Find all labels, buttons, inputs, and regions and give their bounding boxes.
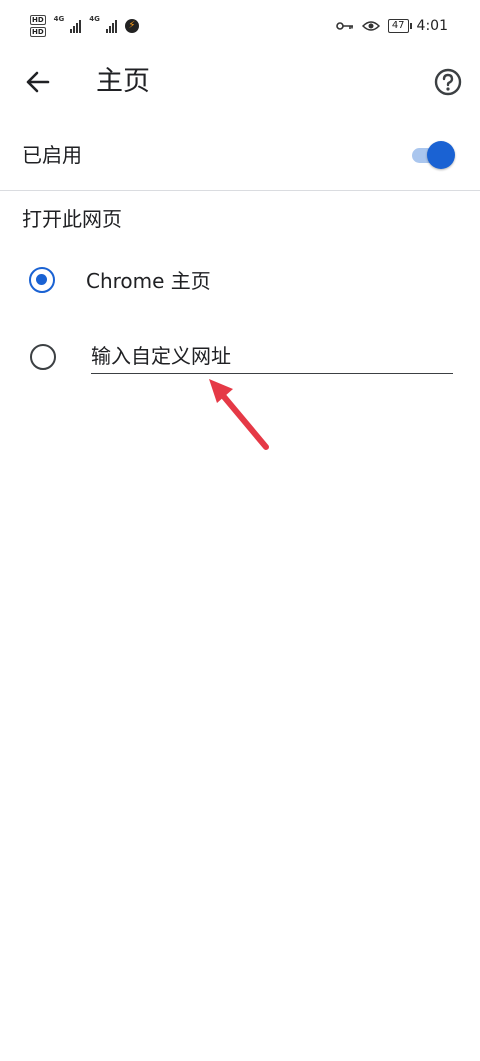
hd-badge-1: HD: [30, 15, 46, 25]
back-button[interactable]: [18, 62, 58, 102]
custom-url-radio[interactable]: [30, 344, 56, 370]
help-button[interactable]: [428, 62, 468, 102]
page-title: 主页: [96, 66, 150, 97]
divider: [0, 190, 480, 191]
switch-thumb: [427, 141, 455, 169]
arrow-left-icon: [26, 71, 50, 93]
custom-url-input[interactable]: [91, 341, 453, 371]
network-type-2: 4G: [89, 15, 100, 23]
status-bar: HD HD 4G 4G ⚡ 47 4:01: [0, 0, 480, 58]
status-left-icons: HD HD 4G 4G ⚡: [30, 15, 139, 37]
network-type-1: 4G: [53, 15, 65, 23]
radio-selected-dot: [36, 274, 47, 285]
signal-icon-1: [70, 19, 82, 33]
status-right-icons: 47 4:01: [336, 18, 448, 34]
battery-icon: 47: [387, 19, 412, 33]
section-title: 打开此网页: [22, 207, 122, 231]
chrome-home-radio[interactable]: [29, 267, 55, 293]
help-circle-icon: [434, 68, 462, 96]
custom-url-field[interactable]: [91, 341, 453, 374]
eye-icon: [361, 21, 380, 31]
hd-badges: HD HD: [30, 15, 46, 37]
enabled-label: 已启用: [22, 143, 82, 167]
enabled-toggle-row[interactable]: 已启用: [0, 126, 480, 184]
clock: 4:01: [416, 18, 448, 34]
enabled-switch[interactable]: [410, 141, 456, 169]
hd-badge-2: HD: [30, 27, 46, 37]
signal-icon-2: [105, 19, 117, 33]
chrome-home-label[interactable]: Chrome 主页: [86, 267, 211, 295]
charging-app-icon: ⚡: [124, 19, 139, 33]
app-bar: 主页: [0, 58, 480, 106]
vpn-key-icon: [336, 22, 353, 30]
annotation-arrow-icon: [209, 379, 269, 450]
